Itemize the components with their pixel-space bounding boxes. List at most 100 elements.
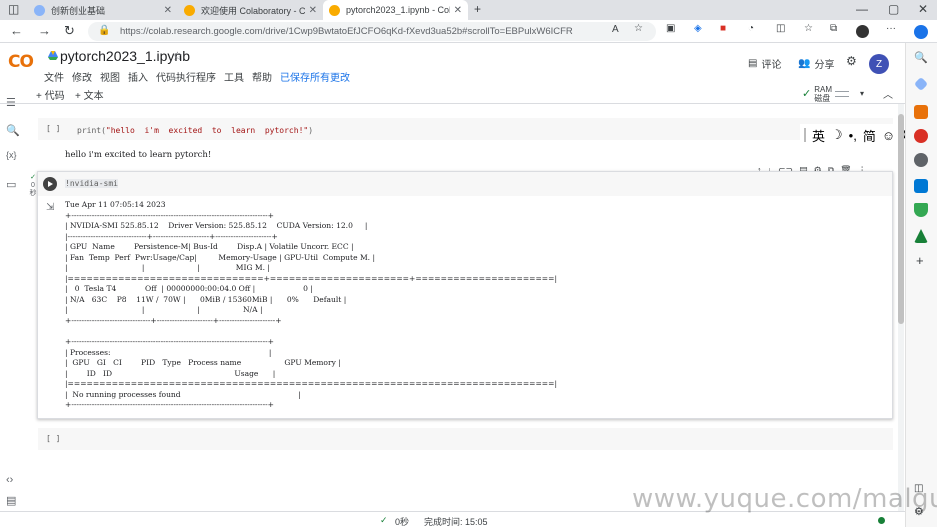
menu-file[interactable]: 文件	[44, 69, 64, 84]
success-check-icon: ✓	[30, 174, 36, 181]
read-aloud-icon[interactable]: A	[612, 24, 619, 35]
extension-icon[interactable]: ◈	[694, 23, 702, 34]
tab-title: 创新创业基础	[51, 5, 106, 16]
scrollbar-thumb[interactable]	[898, 114, 904, 324]
menu-insert[interactable]: 插入	[128, 69, 148, 84]
star-icon[interactable]: ☆	[172, 49, 183, 63]
extension-icon[interactable]: ■	[720, 23, 726, 34]
search-icon[interactable]: 🔍	[6, 124, 20, 137]
connected-check-icon: ✓	[802, 88, 812, 100]
toolbox-icon[interactable]	[914, 105, 928, 119]
collections-icon[interactable]: ⧉	[830, 23, 837, 34]
code-input[interactable]: !nvidia-smi	[65, 179, 118, 188]
resource-bars	[835, 87, 849, 101]
menu-runtime[interactable]: 代码执行程序	[156, 69, 216, 84]
tree-icon[interactable]	[914, 229, 928, 243]
emoji-icon[interactable]: ☺	[882, 128, 895, 143]
notebook-scrollbar[interactable]	[898, 104, 904, 511]
comment-icon: ▤	[748, 58, 758, 69]
colab-logo[interactable]: CO	[8, 52, 34, 72]
close-tab-icon[interactable]: ✕	[309, 5, 317, 16]
menu-view[interactable]: 视图	[100, 69, 120, 84]
saved-status[interactable]: 已保存所有更改	[280, 69, 350, 84]
ime-punct-toggle[interactable]: •,	[849, 128, 857, 143]
favorites-add-icon[interactable]: ☆	[634, 23, 643, 34]
address-bar[interactable]: 🔒 https://colab.research.google.com/driv…	[88, 22, 656, 41]
add-text-cell-button[interactable]: + 文本	[75, 87, 104, 102]
bing-icon[interactable]	[914, 25, 928, 39]
ime-mode-toggle[interactable]: 简	[863, 126, 876, 145]
settings-gear-icon[interactable]: ⚙	[846, 54, 857, 68]
more-icon[interactable]: ···	[886, 23, 896, 34]
notebook-toolbar: + 代码 + 文本 ✓ RAM 磁盘 ▾ ︿	[0, 83, 905, 104]
dropdown-arrow-icon[interactable]: ▾	[860, 89, 864, 98]
status-check-icon: ✓	[380, 515, 388, 525]
left-sidebar: ☰ 🔍 {x} ▭ ‹› ▤	[0, 97, 26, 511]
run-cell-button[interactable]	[43, 177, 57, 191]
ime-drag-handle[interactable]	[804, 128, 806, 142]
browser-tab-1[interactable]: 创新创业基础 ✕	[28, 0, 178, 20]
nvidia-smi-output: Tue Apr 11 07:05:14 2023 +--------------…	[65, 200, 557, 410]
close-tab-icon[interactable]: ✕	[164, 5, 172, 16]
ime-lang-toggle[interactable]: 英	[812, 126, 825, 145]
browser-tab-active[interactable]: pytorch2023_1.ipynb - Colaborat ✕	[323, 0, 468, 20]
code-snippets-icon[interactable]: ‹›	[6, 474, 13, 486]
connection-dot	[878, 517, 885, 524]
share-label: 分享	[814, 60, 835, 71]
cell-exec-bracket[interactable]: [ ]	[46, 434, 60, 443]
browser-tab-2[interactable]: 欢迎使用 Colaboratory - Colabo ✕	[178, 0, 323, 20]
collapse-header-icon[interactable]: ︿	[883, 86, 893, 101]
files-folder-icon[interactable]: ▭	[6, 178, 16, 191]
lock-icon: 🔒	[98, 25, 111, 36]
variables-icon[interactable]: {x}	[6, 150, 17, 160]
terminal-icon[interactable]: ▤	[6, 494, 16, 507]
drop-icon[interactable]	[914, 203, 928, 217]
site-favicon-icon	[34, 4, 45, 16]
menu-edit[interactable]: 修改	[72, 69, 92, 84]
close-tab-icon[interactable]: ✕	[454, 5, 462, 16]
outlook-icon[interactable]	[914, 179, 928, 193]
table-of-contents-icon[interactable]: ☰	[6, 96, 16, 109]
url-text[interactable]: https://colab.research.google.com/drive/…	[120, 26, 573, 37]
reload-icon[interactable]: ↻	[64, 23, 75, 39]
code-cell-2[interactable]: !nvidia-smi ⇲ Tue Apr 11 07:05:14 2023 +…	[37, 171, 893, 419]
share-button[interactable]: 👥 分享	[798, 56, 834, 71]
menu-help[interactable]: 帮助	[252, 69, 272, 84]
user-icon[interactable]	[914, 129, 928, 143]
office-icon[interactable]	[914, 153, 928, 167]
new-tab-button[interactable]: +	[474, 2, 481, 16]
tab-actions-icon[interactable]: ◫	[8, 2, 19, 16]
close-window-icon[interactable]: ✕	[918, 2, 928, 16]
notebook-main: [ ] print("hello i'm excited to learn py…	[26, 104, 898, 511]
extension-icon[interactable]: ▣	[666, 23, 675, 34]
notebook-title[interactable]: pytorch2023_1.ipynb	[60, 48, 190, 64]
cell-exec-bracket[interactable]: [ ]	[46, 124, 60, 133]
minimize-icon[interactable]: —	[856, 2, 868, 16]
add-code-cell-button[interactable]: + 代码	[36, 87, 65, 102]
maximize-icon[interactable]: ▢	[888, 2, 899, 16]
split-screen-icon[interactable]: ◫	[776, 23, 785, 34]
comment-label: 评论	[761, 60, 782, 71]
tag-icon[interactable]	[913, 76, 929, 92]
drive-icon	[48, 51, 58, 60]
code-cell-3[interactable]: [ ]	[38, 428, 893, 450]
comment-button[interactable]: ▤ 评论	[748, 56, 781, 71]
resources-indicator[interactable]: ✓ RAM 磁盘 ▾ ︿	[802, 83, 893, 104]
account-avatar[interactable]: Z	[869, 54, 889, 74]
profile-avatar[interactable]	[856, 25, 869, 38]
share-icon: 👥	[798, 58, 811, 69]
colab-header: CO pytorch2023_1.ipynb ☆ 文件 修改 视图 插入 代码执…	[0, 43, 905, 84]
menu-tools[interactable]: 工具	[224, 69, 244, 84]
browser-tab-bar: ◫ 创新创业基础 ✕ 欢迎使用 Colaboratory - Colabo ✕ …	[0, 0, 937, 20]
cell-input-row[interactable]: !nvidia-smi	[38, 172, 892, 196]
code-cell-1[interactable]: [ ] print("hello i'm excited to learn py…	[38, 118, 893, 140]
search-icon[interactable]: 🔍	[914, 51, 928, 65]
code-input[interactable]: print("hello i'm excited to learn pytorc…	[77, 126, 313, 135]
output-actions-icon[interactable]: ⇲	[46, 202, 54, 213]
moon-icon[interactable]: ☽	[831, 127, 843, 143]
favorites-icon[interactable]: ☆	[804, 23, 813, 34]
forward-icon[interactable]: →	[38, 23, 51, 38]
add-icon[interactable]: +	[916, 253, 930, 268]
extension-icon[interactable]: ◔	[748, 23, 754, 34]
back-icon[interactable]: ←	[10, 23, 23, 38]
